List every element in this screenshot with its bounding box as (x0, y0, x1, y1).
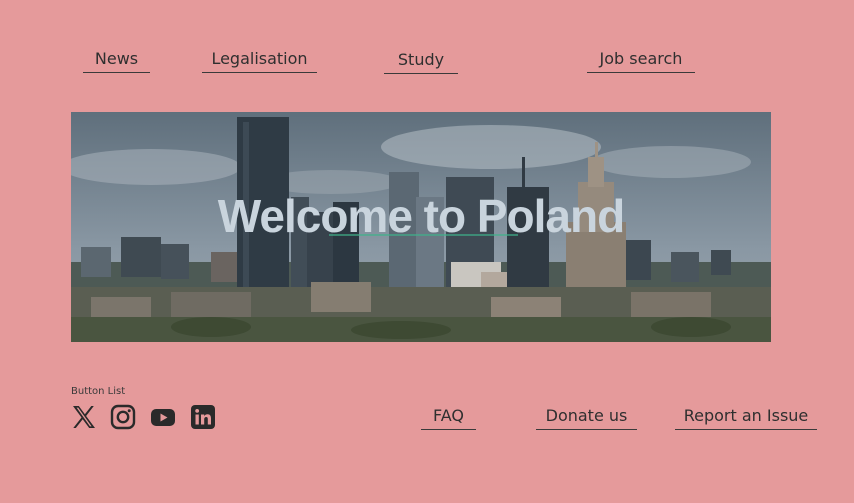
nav-link-study[interactable]: Study (384, 49, 458, 74)
nav-link-job-search[interactable]: Job search (587, 48, 695, 73)
hero-banner: Welcome to Poland (71, 112, 771, 342)
hero-title: Welcome to Poland (217, 190, 625, 242)
report-issue-link[interactable]: Report an Issue (675, 405, 817, 430)
x-icon[interactable] (71, 404, 97, 430)
linkedin-icon[interactable] (190, 404, 216, 430)
donate-link[interactable]: Donate us (536, 405, 637, 430)
nav-link-news[interactable]: News (83, 48, 150, 73)
button-list-label: Button List (71, 386, 126, 397)
instagram-icon[interactable] (110, 404, 136, 430)
faq-link[interactable]: FAQ (421, 405, 476, 430)
youtube-icon[interactable] (150, 404, 176, 430)
nav-link-legalisation[interactable]: Legalisation (202, 48, 317, 73)
